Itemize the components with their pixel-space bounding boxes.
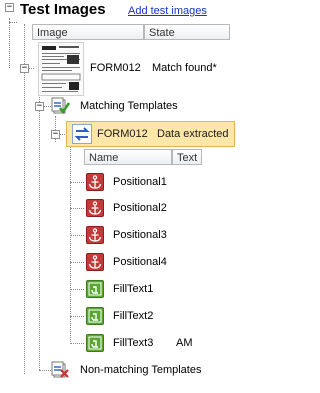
field-name: Positional2 bbox=[113, 202, 167, 214]
template-state: Data extracted bbox=[157, 128, 229, 140]
tree-line bbox=[70, 343, 84, 344]
column-header-text[interactable]: Text bbox=[172, 149, 202, 165]
column-header-state[interactable]: State bbox=[144, 24, 230, 40]
tree-line bbox=[9, 18, 10, 68]
matching-templates-icon bbox=[51, 96, 71, 116]
anchor-icon bbox=[86, 253, 104, 271]
tree-line bbox=[70, 142, 71, 344]
column-header-image[interactable]: Image bbox=[32, 24, 144, 40]
form-thumbnail[interactable] bbox=[38, 42, 84, 96]
collapse-toggle[interactable]: − bbox=[5, 3, 14, 12]
column-header-label: Text bbox=[177, 152, 198, 164]
tree-line bbox=[39, 370, 51, 371]
column-header-label: Name bbox=[89, 152, 119, 164]
matching-collapse-toggle[interactable]: − bbox=[35, 102, 44, 111]
form-collapse-toggle[interactable]: − bbox=[20, 64, 29, 73]
column-header-name[interactable]: Name bbox=[84, 149, 172, 165]
anchor-icon bbox=[86, 226, 104, 244]
field-name: Positional3 bbox=[113, 229, 167, 241]
non-matching-templates-label[interactable]: Non-matching Templates bbox=[80, 364, 201, 376]
column-header-label: Image bbox=[37, 27, 68, 39]
text-field-icon bbox=[86, 334, 104, 352]
text-field-icon bbox=[86, 280, 104, 298]
field-name: FillText1 bbox=[113, 283, 154, 295]
add-test-images-link[interactable]: Add test images bbox=[128, 5, 207, 17]
template-collapse-toggle[interactable]: − bbox=[51, 130, 60, 139]
matching-templates-label[interactable]: Matching Templates bbox=[80, 100, 178, 112]
anchor-icon bbox=[86, 173, 104, 191]
tree-line bbox=[70, 208, 84, 209]
tree-line bbox=[70, 316, 84, 317]
field-name: FillText3 bbox=[113, 337, 154, 349]
tree-line bbox=[70, 182, 84, 183]
form-name: FORM012 bbox=[90, 62, 141, 74]
template-name: FORM012 bbox=[97, 128, 148, 140]
section-title: Test Images bbox=[20, 1, 106, 18]
anchor-icon bbox=[86, 199, 104, 217]
column-header-label: State bbox=[149, 27, 175, 39]
text-field-icon bbox=[86, 307, 104, 325]
tree-line bbox=[9, 22, 17, 23]
field-name: FillText2 bbox=[113, 310, 154, 322]
tree-line bbox=[39, 76, 40, 370]
tree-line bbox=[70, 235, 84, 236]
template-swap-icon bbox=[72, 124, 92, 144]
non-matching-templates-icon bbox=[51, 360, 71, 380]
field-text-value: AM bbox=[176, 337, 193, 349]
field-name: Positional4 bbox=[113, 256, 167, 268]
tree-line bbox=[70, 289, 84, 290]
field-name: Positional1 bbox=[113, 176, 167, 188]
form-state: Match found* bbox=[152, 62, 217, 74]
tree-line bbox=[24, 24, 25, 374]
tree-line bbox=[70, 262, 84, 263]
document-thumbnail-icon bbox=[41, 46, 81, 92]
